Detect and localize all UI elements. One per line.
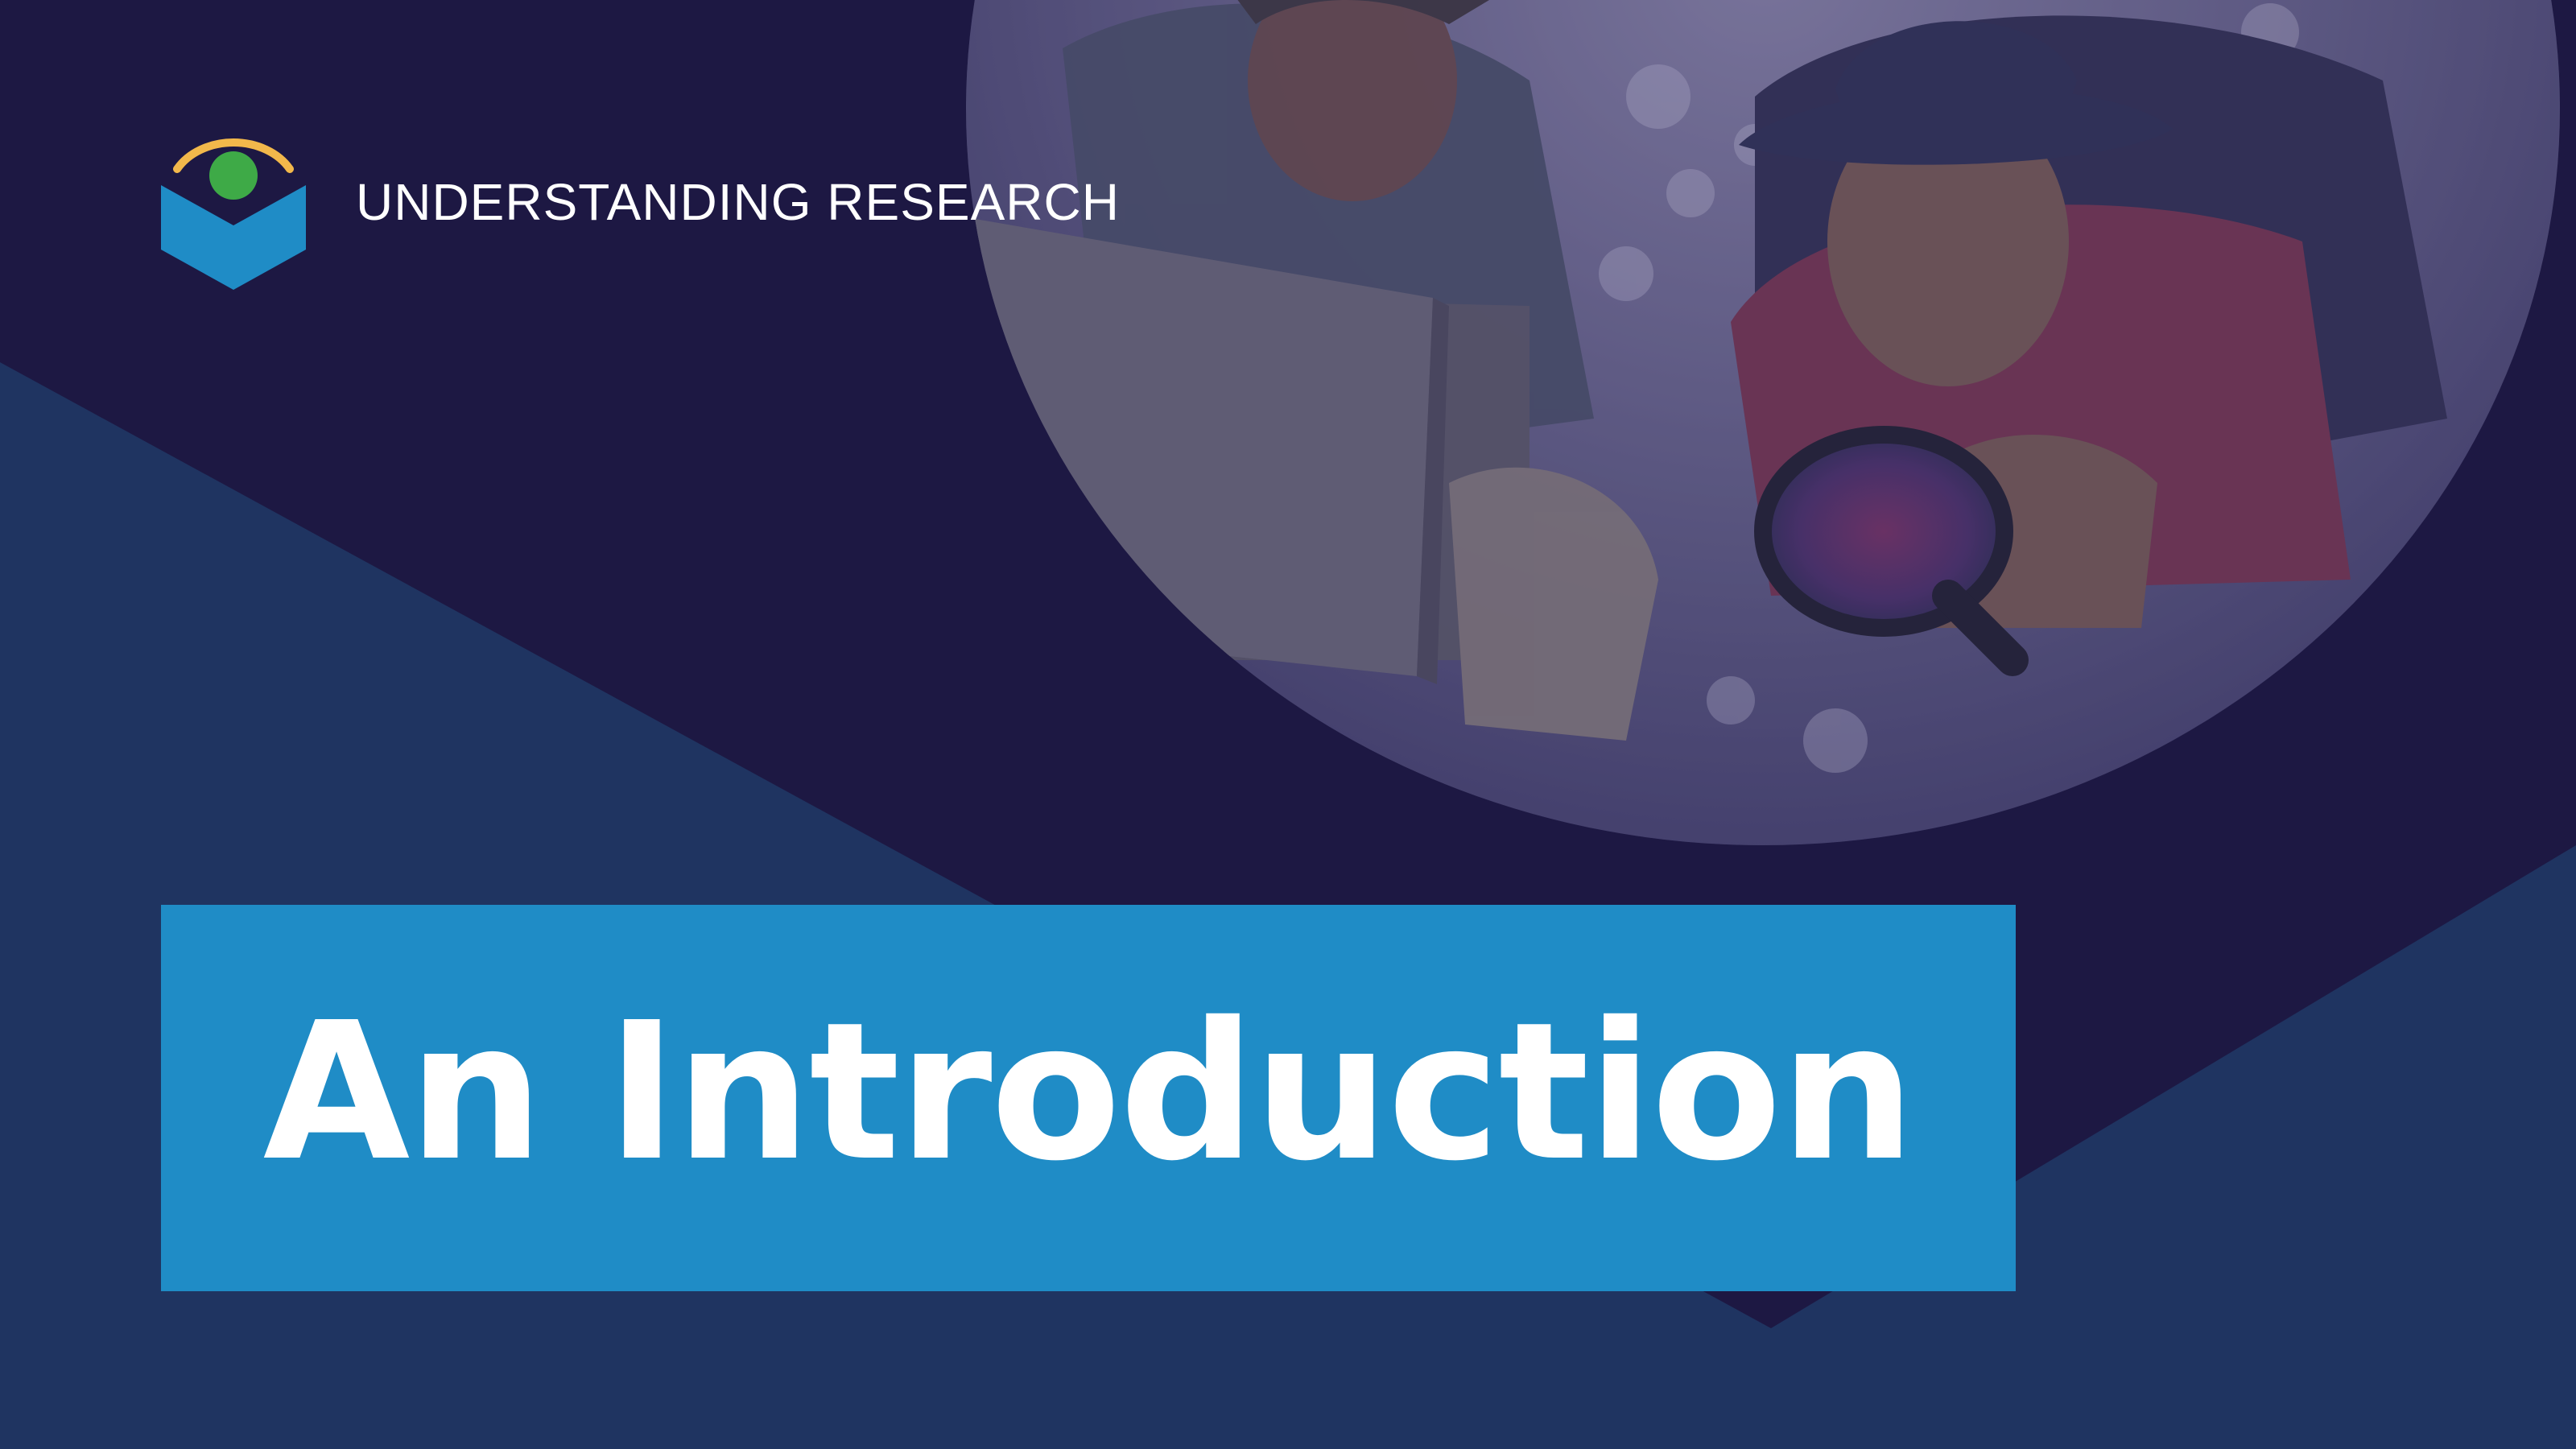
slide-title: An Introduction xyxy=(262,981,1916,1203)
title-banner: An Introduction xyxy=(161,905,2016,1291)
research-eye-logo-icon xyxy=(161,138,306,290)
title-slide: UNDERSTANDING RESEARCH An Introduction xyxy=(0,0,2576,1449)
brand-lockup: UNDERSTANDING RESEARCH xyxy=(161,121,1120,290)
brand-name: UNDERSTANDING RESEARCH xyxy=(356,173,1120,231)
